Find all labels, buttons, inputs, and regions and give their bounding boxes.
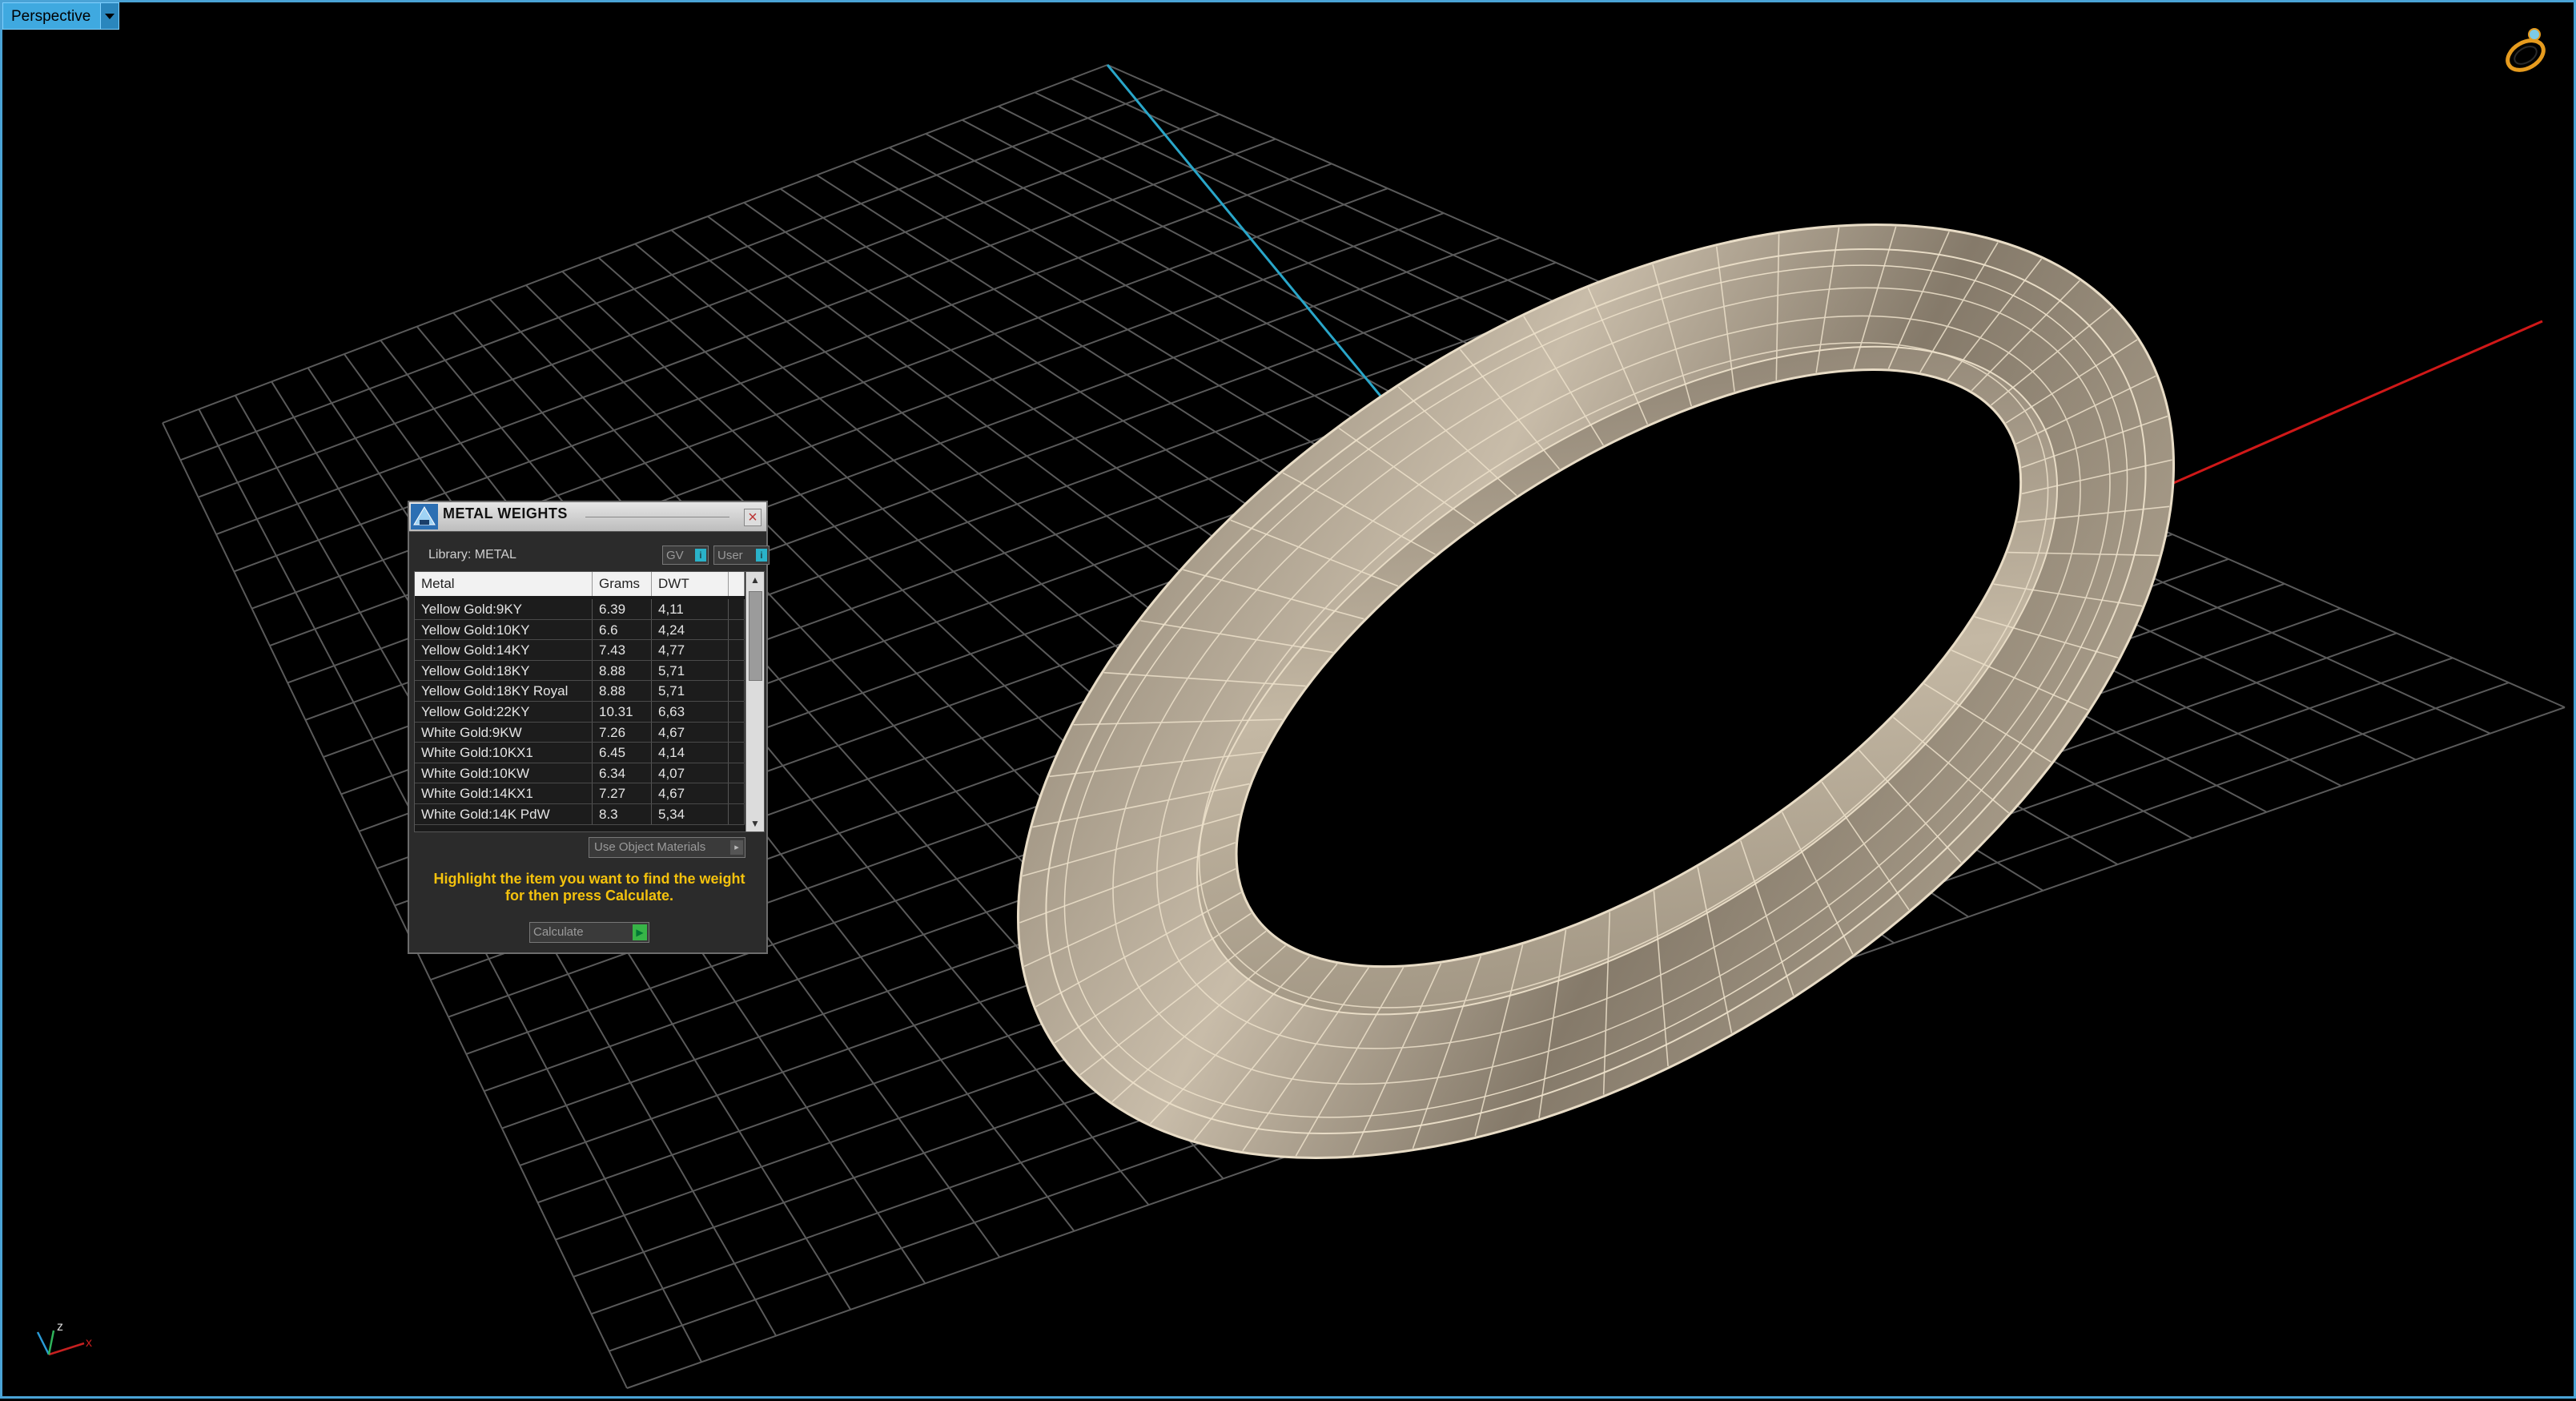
table-row[interactable]: White Gold:10KW 6.34 4,07 — [415, 763, 745, 784]
cell-spacer — [729, 763, 745, 783]
info-icon: i — [695, 549, 706, 562]
table-row[interactable]: White Gold:10KX1 6.45 4,14 — [415, 743, 745, 763]
axis-z-label: z — [57, 1320, 63, 1334]
scrollbar-thumb[interactable] — [749, 591, 762, 681]
cell-grams: 7.43 — [593, 640, 652, 660]
table-row[interactable]: Yellow Gold:10KY 6.6 4,24 — [415, 619, 745, 641]
cell-metal: Yellow Gold:10KY — [415, 619, 593, 640]
cell-spacer — [729, 722, 745, 743]
cell-metal: Yellow Gold:18KY Royal — [415, 681, 593, 701]
column-header-grams[interactable]: Grams — [593, 572, 652, 596]
arrow-right-icon: ▸ — [730, 840, 743, 855]
cell-grams: 6.34 — [593, 763, 652, 783]
cell-spacer — [729, 743, 745, 763]
axes-icon: x z — [36, 1320, 92, 1356]
table-row[interactable]: White Gold:14K PdW 8.3 5,34 — [415, 803, 745, 825]
table-row[interactable]: White Gold:14KX1 7.27 4,67 — [415, 783, 745, 804]
scroll-down-icon[interactable]: ▼ — [746, 815, 764, 831]
cell-grams: 7.26 — [593, 722, 652, 743]
perspective-viewport[interactable]: Perspective x z METAL WEIGHTS × Library:… — [0, 0, 2576, 1399]
cell-metal: White Gold:10KX1 — [415, 743, 593, 763]
cell-metal: White Gold:9KW — [415, 722, 593, 743]
cell-spacer — [729, 640, 745, 660]
cell-spacer — [729, 599, 745, 619]
cell-spacer — [729, 803, 745, 824]
library-label: Library: METAL — [428, 548, 516, 562]
cell-grams: 8.3 — [593, 803, 652, 824]
cell-spacer — [729, 783, 745, 803]
viewport-scene[interactable] — [2, 2, 2576, 1401]
column-header-metal[interactable]: Metal — [415, 572, 593, 596]
cell-grams: 6.45 — [593, 743, 652, 763]
cell-dwt: 5,71 — [652, 660, 729, 681]
cell-dwt: 4,24 — [652, 619, 729, 640]
use-object-materials-button[interactable]: Use Object Materials ▸ — [589, 837, 745, 858]
viewport-label-text[interactable]: Perspective — [2, 2, 102, 30]
cell-dwt: 4,11 — [652, 599, 729, 619]
cell-metal: White Gold:14K PdW — [415, 803, 593, 824]
cell-spacer — [729, 619, 745, 640]
close-icon[interactable]: × — [744, 509, 762, 526]
metal-table[interactable]: Metal Grams DWT Yellow Gold:9KY 6.39 4,11 Y… — [414, 571, 765, 832]
metal-weights-panel: METAL WEIGHTS × Library: METAL GV i User… — [408, 501, 770, 954]
cell-dwt: 6,63 — [652, 701, 729, 722]
cell-dwt: 4,07 — [652, 763, 729, 783]
cell-dwt: 4,14 — [652, 743, 729, 763]
cell-metal: Yellow Gold:22KY — [415, 701, 593, 722]
ring-model — [1016, 223, 2176, 1159]
cell-grams: 6.6 — [593, 619, 652, 640]
user-button-label: User — [717, 549, 743, 562]
cell-grams: 10.31 — [593, 701, 652, 722]
cell-metal: Yellow Gold:9KY — [415, 599, 593, 619]
use-object-materials-label: Use Object Materials — [594, 840, 706, 854]
metal-weights-logo-icon — [411, 504, 438, 529]
cell-metal: Yellow Gold:14KY — [415, 640, 593, 660]
table-row[interactable]: Yellow Gold:18KY Royal 8.88 5,71 — [415, 681, 745, 702]
axis-x-label: x — [86, 1336, 92, 1350]
viewport-menu-dropdown-icon[interactable] — [101, 2, 120, 30]
cell-grams: 8.88 — [593, 660, 652, 681]
table-body: Yellow Gold:9KY 6.39 4,11 Yellow Gold:10KY 6… — [415, 599, 745, 825]
table-row[interactable]: Yellow Gold:22KY 10.31 6,63 — [415, 701, 745, 723]
table-scrollbar[interactable]: ▲ ▼ — [745, 572, 764, 831]
cell-grams: 6.39 — [593, 599, 652, 619]
viewport-label[interactable]: Perspective — [2, 2, 120, 30]
gv-button-label: GV — [666, 549, 684, 562]
table-row[interactable]: Yellow Gold:9KY 6.39 4,11 — [415, 599, 745, 620]
calculate-button[interactable]: Calculate ▶ — [529, 922, 649, 943]
panel-title: METAL WEIGHTS — [443, 505, 568, 521]
cell-metal: White Gold:10KW — [415, 763, 593, 783]
cell-dwt: 4,67 — [652, 722, 729, 743]
gv-button[interactable]: GV i — [662, 546, 709, 565]
cell-dwt: 4,77 — [652, 640, 729, 660]
table-row[interactable]: White Gold:9KW 7.26 4,67 — [415, 722, 745, 743]
ring-icon[interactable] — [2499, 23, 2552, 76]
library-row: Library: METAL GV i User i — [420, 544, 770, 568]
column-header-spacer — [729, 572, 745, 596]
calculate-label: Calculate — [533, 925, 584, 939]
panel-title-bar[interactable]: METAL WEIGHTS × — [409, 502, 766, 532]
instruction-text: Highlight the item you want to find the … — [433, 871, 745, 904]
cell-metal: White Gold:14KX1 — [415, 783, 593, 803]
cell-spacer — [729, 660, 745, 681]
table-row[interactable]: Yellow Gold:14KY 7.43 4,77 — [415, 640, 745, 661]
cell-dwt: 5,34 — [652, 803, 729, 824]
info-icon: i — [756, 549, 767, 562]
cell-dwt: 4,67 — [652, 783, 729, 803]
scroll-up-icon[interactable]: ▲ — [746, 572, 764, 588]
table-header: Metal Grams DWT — [415, 572, 745, 596]
play-icon: ▶ — [633, 924, 647, 940]
cell-spacer — [729, 681, 745, 701]
cell-dwt: 5,71 — [652, 681, 729, 701]
cell-grams: 7.27 — [593, 783, 652, 803]
table-row[interactable]: Yellow Gold:18KY 8.88 5,71 — [415, 660, 745, 682]
cell-grams: 8.88 — [593, 681, 652, 701]
cell-spacer — [729, 701, 745, 722]
cell-metal: Yellow Gold:18KY — [415, 660, 593, 681]
user-button[interactable]: User i — [713, 546, 770, 565]
column-header-dwt[interactable]: DWT — [652, 572, 729, 596]
